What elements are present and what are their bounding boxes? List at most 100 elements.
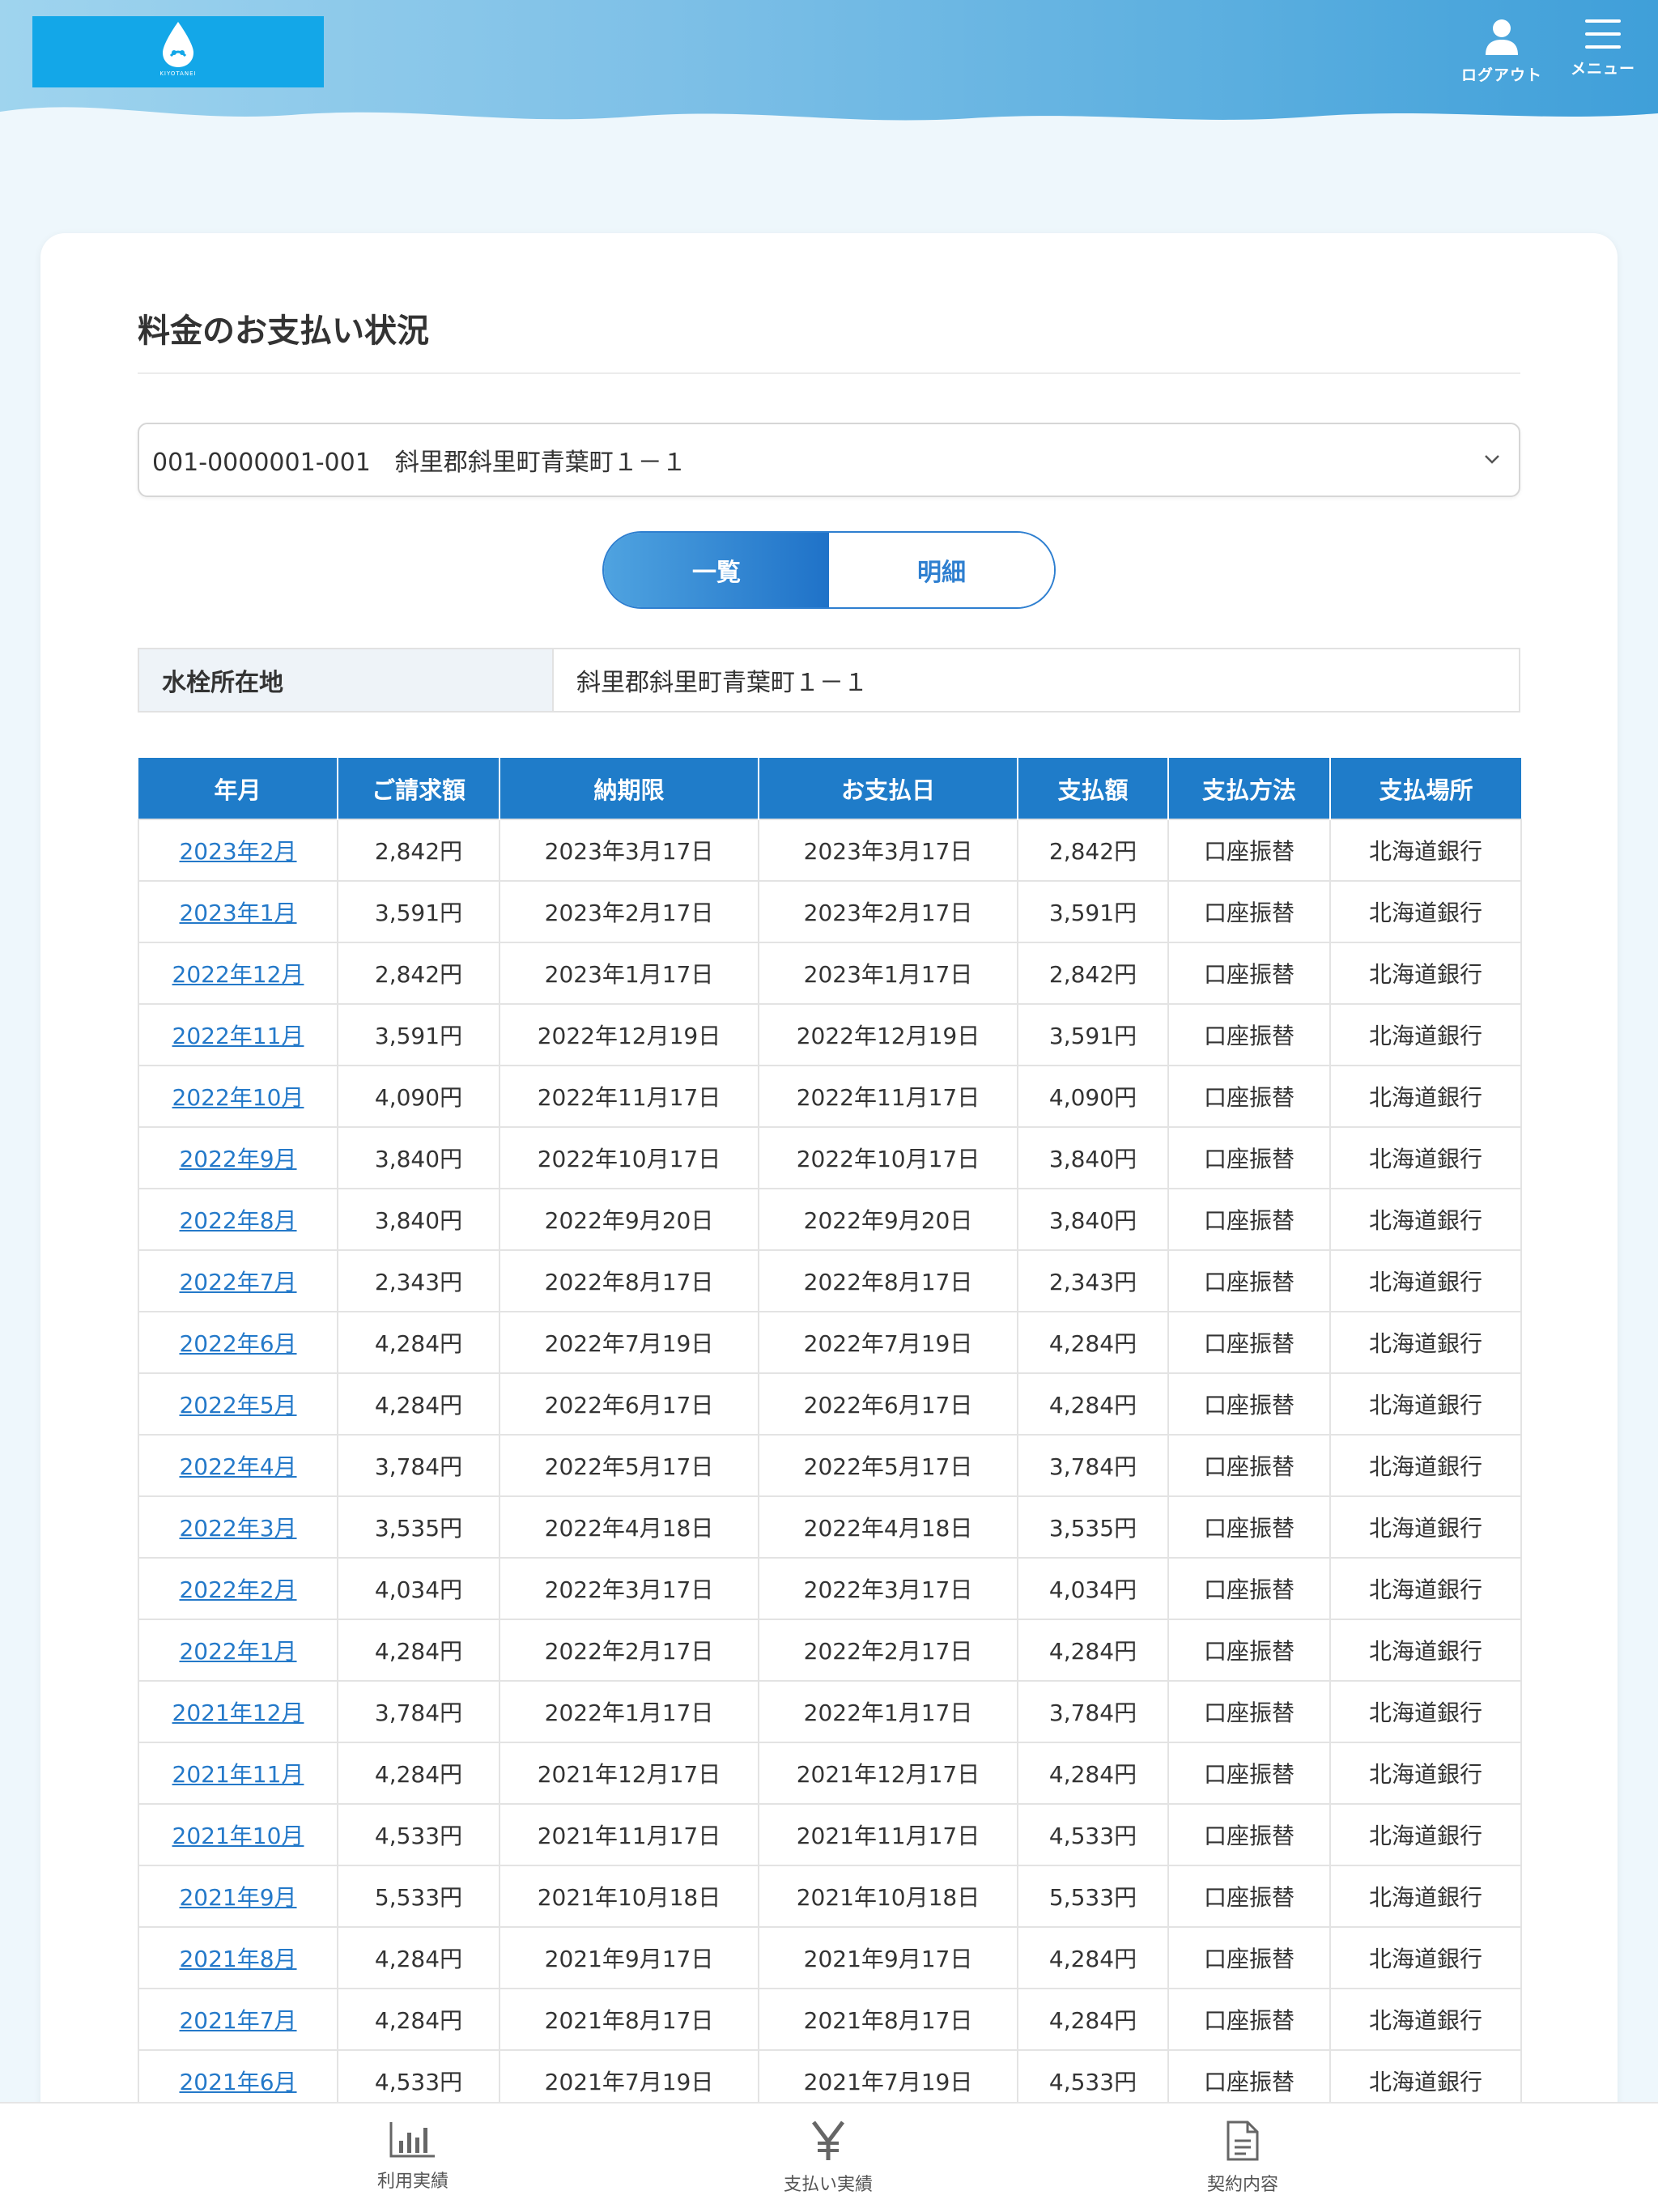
month-link[interactable]: 2023年1月 (179, 900, 296, 926)
column-header: 年月 (138, 758, 338, 819)
table-cell: 2023年1月17日 (499, 942, 759, 1005)
table-cell: 4,533円 (337, 1803, 500, 1866)
table-cell: 北海道銀行 (1329, 1188, 1522, 1251)
table-cell: 3,840円 (337, 1126, 500, 1189)
table-cell: 2022年9月20日 (499, 1188, 759, 1251)
table-cell: 2022年1月17日 (758, 1680, 1018, 1743)
yen-icon (812, 2121, 844, 2160)
month-link[interactable]: 2022年3月 (179, 1515, 296, 1542)
month-link[interactable]: 2022年1月 (179, 1638, 296, 1665)
month-cell: 2023年2月 (138, 819, 338, 882)
logout-button[interactable]: ログアウト (1457, 18, 1546, 85)
content-card: 料金のお支払い状況 001-0000001-001 斜里郡斜里町青葉町１－１ 一… (40, 233, 1618, 2212)
table-cell: 北海道銀行 (1329, 1249, 1522, 1312)
table-cell: 3,840円 (337, 1188, 500, 1251)
table-cell: 2,842円 (1017, 942, 1169, 1005)
bar-chart-icon (389, 2122, 435, 2158)
month-link[interactable]: 2022年12月 (172, 961, 304, 988)
month-cell: 2022年2月 (138, 1557, 338, 1620)
table-cell: 3,535円 (337, 1495, 500, 1559)
table-cell: 4,090円 (1017, 1065, 1169, 1128)
account-select[interactable]: 001-0000001-001 斜里郡斜里町青葉町１－１ (138, 423, 1520, 497)
table-cell: 口座振替 (1167, 1742, 1331, 1805)
month-cell: 2022年1月 (138, 1619, 338, 1682)
water-drop-icon (163, 22, 193, 67)
nav-payments[interactable]: 支払い実績 (731, 2120, 925, 2196)
table-cell: 2022年7月19日 (499, 1311, 759, 1374)
table-cell: 3,784円 (337, 1434, 500, 1497)
table-cell: 北海道銀行 (1329, 1065, 1522, 1128)
month-cell: 2022年9月 (138, 1126, 338, 1189)
table-cell: 4,284円 (337, 1372, 500, 1436)
table-cell: 口座振替 (1167, 1680, 1331, 1743)
month-cell: 2021年11月 (138, 1742, 338, 1805)
table-cell: 北海道銀行 (1329, 1372, 1522, 1436)
month-link[interactable]: 2023年2月 (179, 838, 296, 865)
column-header: 納期限 (499, 758, 759, 819)
table-cell: 2022年5月17日 (499, 1434, 759, 1497)
month-link[interactable]: 2021年7月 (179, 2007, 296, 2034)
title-divider (138, 372, 1520, 374)
nav-contract[interactable]: 契約内容 (1146, 2120, 1340, 2196)
table-cell: 3,784円 (337, 1680, 500, 1743)
table-cell: 2021年8月17日 (758, 1988, 1018, 2051)
month-link[interactable]: 2021年10月 (172, 1823, 304, 1849)
table-cell: 2021年10月18日 (499, 1865, 759, 1928)
table-cell: 2,842円 (337, 942, 500, 1005)
table-cell: 2023年3月17日 (499, 819, 759, 882)
month-link[interactable]: 2022年2月 (179, 1576, 296, 1603)
table-cell: 2023年2月17日 (758, 880, 1018, 943)
table-cell: 4,284円 (1017, 1619, 1169, 1682)
table-cell: 口座振替 (1167, 880, 1331, 943)
nav-usage-label: 利用実績 (376, 2172, 449, 2192)
month-link[interactable]: 2022年11月 (172, 1023, 304, 1049)
month-link[interactable]: 2022年8月 (179, 1207, 296, 1234)
table-cell: 北海道銀行 (1329, 1926, 1522, 1989)
month-link[interactable]: 2022年4月 (179, 1453, 296, 1480)
table-body: 2023年2月 2,842円 2023年3月17日 2023年3月17日 2,842円口… (138, 819, 1522, 2112)
menu-label: メニュー (1570, 60, 1635, 78)
month-link[interactable]: 2021年6月 (179, 2069, 296, 2095)
table-cell: 3,591円 (337, 1003, 500, 1066)
month-link[interactable]: 2021年11月 (172, 1761, 304, 1788)
table-header-row: 年月 ご請求額 納期限 お支払日 支払額 支払方法 支払場所 (138, 758, 1521, 819)
menu-button[interactable]: メニュー (1562, 18, 1643, 79)
table-row: 2021年9月 5,533円 2021年10月18日 2021年10月18日 5,533… (138, 1865, 1522, 1928)
table-cell: 口座振替 (1167, 1311, 1331, 1374)
month-link[interactable]: 2021年8月 (179, 1946, 296, 1972)
table-row: 2022年3月 3,535円 2022年4月18日 2022年4月18日 3,535円口… (138, 1495, 1522, 1559)
month-link[interactable]: 2021年12月 (172, 1699, 304, 1726)
table-cell: 2,343円 (337, 1249, 500, 1312)
month-link[interactable]: 2022年9月 (179, 1146, 296, 1172)
table-cell: 4,284円 (1017, 1311, 1169, 1374)
month-cell: 2022年3月 (138, 1495, 338, 1559)
table-cell: 2022年10月17日 (758, 1126, 1018, 1189)
table-cell: 口座振替 (1167, 942, 1331, 1005)
table-cell: 2022年12月19日 (758, 1003, 1018, 1066)
month-link[interactable]: 2022年5月 (179, 1392, 296, 1419)
table-cell: 4,284円 (1017, 1988, 1169, 2051)
table-cell: 3,591円 (1017, 880, 1169, 943)
location-row: 水栓所在地 斜里郡斜里町青葉町１－１ (138, 648, 1520, 713)
month-cell: 2022年10月 (138, 1065, 338, 1128)
month-link[interactable]: 2022年10月 (172, 1084, 304, 1111)
nav-usage[interactable]: 利用実績 (316, 2120, 510, 2193)
table-row: 2022年5月 4,284円 2022年6月17日 2022年6月17日 4,284円口… (138, 1372, 1522, 1436)
toggle-detail[interactable]: 明細 (829, 533, 1054, 607)
table-cell: 口座振替 (1167, 819, 1331, 882)
month-link[interactable]: 2022年6月 (179, 1330, 296, 1357)
table-cell: 2022年3月17日 (499, 1557, 759, 1620)
table-cell: 北海道銀行 (1329, 1988, 1522, 2051)
table-cell: 2022年4月18日 (499, 1495, 759, 1559)
location-label: 水栓所在地 (139, 649, 554, 711)
month-link[interactable]: 2022年7月 (179, 1269, 296, 1295)
table-cell: 2022年8月17日 (758, 1249, 1018, 1312)
month-link[interactable]: 2021年9月 (179, 1884, 296, 1911)
toggle-list[interactable]: 一覧 (604, 533, 829, 607)
table-cell: 2021年8月17日 (499, 1988, 759, 2051)
table-cell: 2022年12月19日 (499, 1003, 759, 1066)
logo[interactable]: KIYOTANEI (32, 16, 324, 87)
table-row: 2021年11月 4,284円 2021年12月17日 2021年12月17日 4,28… (138, 1742, 1522, 1805)
table-cell: 口座振替 (1167, 1926, 1331, 1989)
table-row: 2021年12月 3,784円 2022年1月17日 2022年1月17日 3,784円… (138, 1680, 1522, 1743)
